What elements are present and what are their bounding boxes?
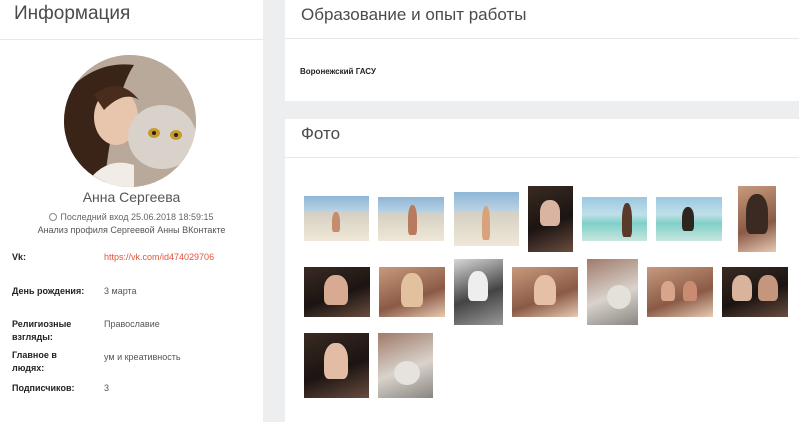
last-seen-text: Последний вход 25.06.2018 18:59:15: [60, 212, 214, 222]
education-card: Образование и опыт работы Воронежский ГА…: [285, 0, 799, 101]
photo-thumbnail[interactable]: [454, 259, 503, 325]
photo-thumbnail[interactable]: [304, 267, 370, 317]
photo-thumbnail[interactable]: [378, 197, 444, 241]
photos-card-header: Фото: [285, 119, 799, 158]
photo-thumbnail[interactable]: [722, 267, 788, 317]
photos-card: Фото: [285, 119, 799, 422]
avatar[interactable]: [64, 55, 196, 187]
photo-thumbnail[interactable]: [528, 186, 573, 252]
vk-label: Vk:: [12, 252, 27, 262]
main-in-people-label: Главное в людях:: [12, 350, 57, 373]
avatar-image: [64, 55, 196, 187]
photos-card-title: Фото: [301, 124, 341, 143]
photo-thumbnail[interactable]: [587, 259, 638, 325]
photo-thumbnail[interactable]: [582, 197, 647, 241]
info-card: Информация Анна Сергеева Последний вход …: [0, 0, 263, 422]
user-name: Анна Сергеева: [82, 189, 181, 205]
photo-thumbnail[interactable]: [304, 196, 369, 241]
photo-thumbnail[interactable]: [379, 267, 445, 317]
photo-thumbnail[interactable]: [454, 192, 519, 246]
profile-analysis-text: Анализ профиля Сергеевой Анны ВКонтакте: [37, 225, 226, 235]
education-card-title: Образование и опыт работы: [301, 5, 527, 24]
photo-thumbnail[interactable]: [512, 267, 578, 317]
photo-thumbnail[interactable]: [304, 333, 369, 398]
photo-thumbnail[interactable]: [647, 267, 713, 317]
photo-thumbnail[interactable]: [738, 186, 776, 252]
subscribers-value: 3: [104, 383, 110, 393]
photo-thumbnail[interactable]: [378, 333, 433, 398]
info-card-header: Информация: [0, 0, 263, 40]
birthday-label: День рождения:: [12, 286, 85, 296]
education-card-header: Образование и опыт работы: [285, 0, 799, 39]
clock-icon: [49, 213, 58, 221]
religion-label: Религиозные взгляды:: [12, 319, 72, 342]
photo-thumbnail[interactable]: [656, 197, 722, 241]
main-in-people-value: ум и креативность: [104, 352, 181, 362]
vk-link[interactable]: https://vk.com/id474029706: [104, 251, 214, 264]
last-seen: Последний вход 25.06.2018 18:59:15: [0, 212, 263, 222]
subscribers-label: Подписчиков:: [12, 383, 75, 393]
info-card-title: Информация: [14, 3, 131, 24]
religion-value: Православие: [104, 319, 160, 329]
birthday-value: 3 марта: [104, 286, 137, 296]
university-name: Воронежский ГАСУ: [300, 67, 376, 76]
